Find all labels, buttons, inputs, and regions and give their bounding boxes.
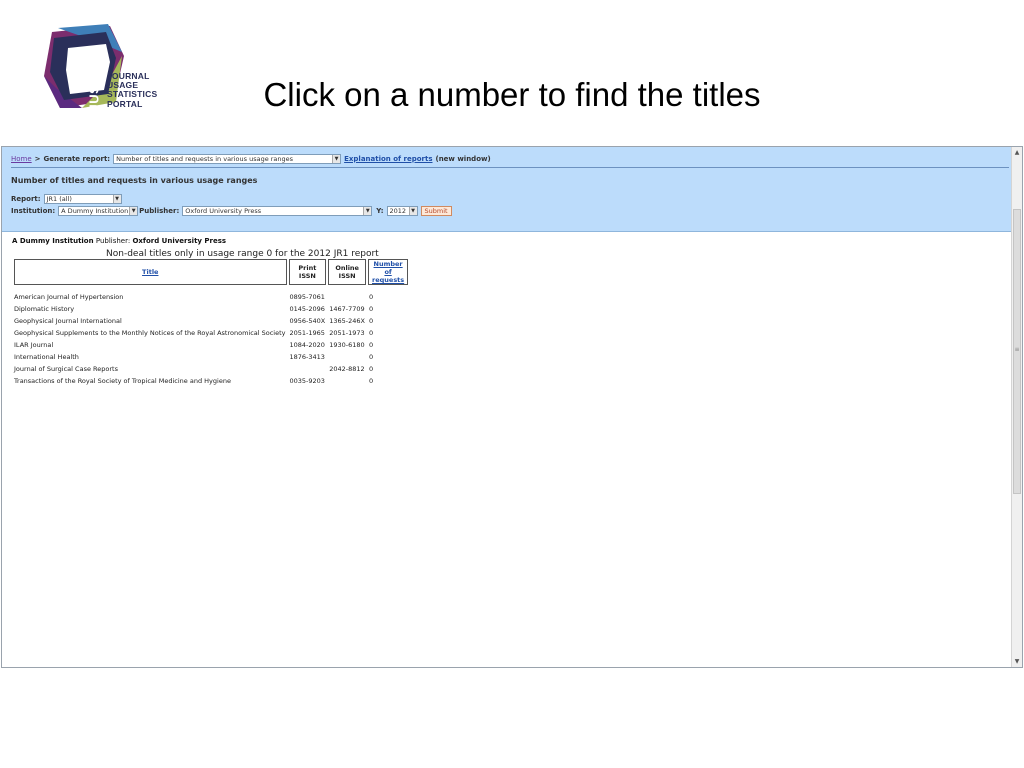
row-online-issn: 2042-8812 bbox=[329, 365, 365, 373]
row-requests: 0 bbox=[369, 341, 374, 349]
row-online-issn bbox=[328, 375, 366, 387]
table-row: International Health 1876-3413 0 bbox=[14, 351, 408, 363]
publisher-label: Publisher: bbox=[139, 207, 180, 215]
row-online-issn bbox=[328, 291, 366, 303]
row-print-issn: 0956-540X bbox=[289, 317, 326, 325]
table-row: Transactions of the Royal Society of Tro… bbox=[14, 375, 408, 387]
row-print-issn: 1876-3413 bbox=[289, 353, 325, 361]
publisher-select[interactable]: Oxford University Press ▼ bbox=[182, 206, 373, 216]
scroll-thumb[interactable]: ≡ bbox=[1013, 209, 1021, 494]
grip-icon: ≡ bbox=[1014, 346, 1020, 353]
row-requests: 0 bbox=[369, 365, 374, 373]
row-print-issn bbox=[289, 363, 327, 375]
breadcrumb-separator: > bbox=[34, 154, 41, 163]
institution-label: Institution: bbox=[11, 207, 56, 215]
scroll-down-arrow-icon[interactable]: ▼ bbox=[1012, 656, 1022, 667]
vertical-scrollbar[interactable]: ▲ ≡ ▼ bbox=[1011, 147, 1022, 667]
row-title: American Journal of Hypertension bbox=[14, 293, 124, 301]
institution-publisher-line: A Dummy Institution Publisher: Oxford Un… bbox=[12, 237, 226, 245]
table-row: Diplomatic History 0145-2096 1467-7709 0 bbox=[14, 303, 408, 315]
row-title: International Health bbox=[14, 353, 79, 361]
row-online-issn: 2051-1973 bbox=[329, 329, 365, 337]
institution-name: A Dummy Institution bbox=[12, 237, 94, 245]
institution-select[interactable]: A Dummy Institution ▼ bbox=[58, 206, 139, 216]
browser-window: Home > Generate report: Number of titles… bbox=[1, 146, 1023, 668]
table-row: Geophysical Supplements to the Monthly N… bbox=[14, 327, 408, 339]
row-print-issn: 0895-7061 bbox=[289, 293, 325, 301]
table-row: American Journal of Hypertension 0895-70… bbox=[14, 291, 408, 303]
slide-title: Click on a number to find the titles bbox=[263, 76, 761, 113]
title-column-header[interactable]: Title bbox=[14, 259, 287, 285]
requests-column-header[interactable]: Number of requests bbox=[368, 259, 409, 285]
table-row: Journal of Surgical Case Reports 2042-88… bbox=[14, 363, 408, 375]
row-online-issn: 1930-6180 bbox=[329, 341, 365, 349]
table-row: Geophysical Journal International 0956-5… bbox=[14, 315, 408, 327]
table-row: ILAR Journal 1084-2020 1930-6180 0 bbox=[14, 339, 408, 351]
report-options-panel: Home > Generate report: Number of titles… bbox=[2, 147, 1012, 232]
publisher-label-text: Publisher: bbox=[95, 237, 131, 245]
explanation-link[interactable]: Explanation of reports bbox=[344, 155, 432, 163]
row-requests: 0 bbox=[369, 377, 374, 385]
report-label: Report: bbox=[11, 195, 41, 203]
chevron-down-icon: ▼ bbox=[112, 195, 121, 203]
row-online-issn: 1365-246X bbox=[329, 317, 366, 325]
generate-report-label: Generate report: bbox=[43, 154, 111, 163]
year-label: Y: bbox=[376, 207, 384, 215]
row-requests: 0 bbox=[369, 305, 374, 313]
row-title: Journal of Surgical Case Reports bbox=[14, 365, 118, 373]
results-table: Title Print ISSN Online ISSN Number of r… bbox=[12, 259, 410, 387]
row-requests: 0 bbox=[369, 293, 374, 301]
report-select[interactable]: JR1 (all) ▼ bbox=[43, 194, 122, 204]
row-title: Transactions of the Royal Society of Tro… bbox=[14, 377, 231, 385]
report-type-select[interactable]: Number of titles and requests in various… bbox=[113, 153, 342, 164]
row-title: Diplomatic History bbox=[14, 305, 75, 313]
home-link[interactable]: Home bbox=[11, 155, 32, 163]
chevron-down-icon: ▼ bbox=[363, 207, 372, 215]
row-print-issn: 1084-2020 bbox=[289, 341, 325, 349]
row-online-issn bbox=[328, 351, 366, 363]
submit-button[interactable]: Submit bbox=[420, 206, 452, 216]
chevron-down-icon: ▼ bbox=[408, 207, 417, 215]
online-issn-header: Online ISSN bbox=[328, 259, 367, 285]
row-requests: 0 bbox=[369, 317, 374, 325]
row-title: ILAR Journal bbox=[14, 341, 54, 349]
year-select[interactable]: 2012 ▼ bbox=[386, 206, 418, 216]
publisher-name: Oxford University Press bbox=[132, 237, 227, 245]
divider bbox=[11, 167, 1009, 168]
row-online-issn: 1467-7709 bbox=[329, 305, 365, 313]
table-caption: Non-deal titles only in usage range 0 fo… bbox=[106, 249, 379, 259]
row-print-issn: 0145-2096 bbox=[289, 305, 325, 313]
print-issn-header: Print ISSN bbox=[288, 259, 327, 285]
slide: JUSP JOURNAL USAGE STATISTICS PORTAL Cli… bbox=[0, 0, 1024, 768]
chevron-down-icon: ▼ bbox=[129, 207, 138, 215]
scroll-up-arrow-icon[interactable]: ▲ bbox=[1012, 147, 1022, 158]
chevron-down-icon: ▼ bbox=[332, 154, 341, 163]
new-window-note: (new window) bbox=[435, 154, 491, 163]
row-print-issn: 2051-1965 bbox=[289, 329, 325, 337]
row-title: Geophysical Journal International bbox=[14, 317, 122, 325]
results-area: A Dummy Institution Publisher: Oxford Un… bbox=[12, 237, 409, 385]
row-requests: 0 bbox=[369, 353, 374, 361]
panel-heading: Number of titles and requests in various… bbox=[11, 176, 258, 185]
row-requests: 0 bbox=[369, 329, 374, 337]
row-title: Geophysical Supplements to the Monthly N… bbox=[14, 329, 286, 337]
row-print-issn: 0035-9203 bbox=[289, 377, 325, 385]
